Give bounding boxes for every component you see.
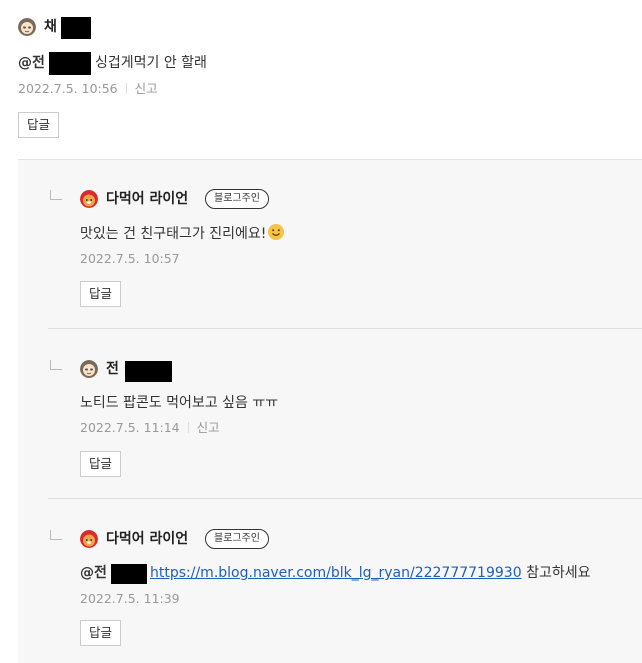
report-link[interactable]: 신고 [197, 420, 220, 435]
blog-post-link[interactable]: https://m.blog.naver.com/blk_lg_ryan/222… [150, 565, 522, 581]
redacted-name [111, 564, 147, 584]
redacted-name [125, 361, 172, 382]
meta-separator [125, 83, 127, 94]
comment-text: 노티드 팝콘도 먹어보고 싶음 ㅠㅠ [80, 395, 279, 411]
divider [48, 328, 642, 329]
ryan-avatar[interactable] [80, 190, 98, 208]
blog-owner-badge: 블로그주인 [205, 189, 269, 209]
reply-button[interactable]: 답글 [80, 281, 122, 307]
comment-date: 2022.7.5. 11:39 [80, 591, 180, 606]
meta-separator [187, 422, 189, 433]
mention[interactable]: @전 [18, 55, 45, 71]
reply-arrow-icon [50, 530, 62, 540]
reply-button[interactable]: 답글 [18, 112, 60, 138]
comment-text-suffix: 참고하세요 [526, 565, 591, 581]
reply-button[interactable]: 답글 [80, 620, 122, 646]
reply-arrow-icon [50, 190, 62, 200]
redacted-name [49, 52, 91, 75]
comment-date: 2022.7.5. 10:56 [18, 81, 118, 96]
comment-item: 채 @전 싱겁게먹기 안 할래 2022.7.5. 10:56 신고 답글 [0, 0, 642, 160]
report-link[interactable]: 신고 [135, 81, 158, 96]
comment-author[interactable]: 다먹어 라이언 [106, 190, 188, 208]
comment-text: 맛있는 건 친구태그가 진리에요! [80, 226, 267, 242]
smile-emoji-icon [268, 224, 285, 240]
comment-date: 2022.7.5. 10:57 [80, 251, 180, 266]
redacted-name [61, 17, 91, 39]
comment-author[interactable]: 전 [106, 360, 119, 378]
comment-meta: 2022.7.5. 11:14 신고 [80, 420, 220, 436]
user-avatar[interactable] [18, 18, 36, 36]
comment-author[interactable]: 다먹어 라이언 [106, 530, 188, 548]
reply-arrow-icon [50, 360, 62, 370]
reply-button[interactable]: 답글 [80, 451, 122, 477]
user-avatar[interactable] [80, 360, 98, 378]
ryan-avatar[interactable] [80, 530, 98, 548]
comment-author[interactable]: 채 [44, 18, 57, 36]
comment-body: @전 [80, 563, 107, 583]
comment-meta: 2022.7.5. 10:56 신고 [18, 81, 158, 97]
comment-text: https://m.blog.naver.com/blk_lg_ryan/222… [150, 563, 590, 583]
divider [48, 498, 642, 499]
comment-text: 싱겁게먹기 안 할래 [95, 55, 207, 71]
comment-body: 맛있는 건 친구태그가 진리에요! [80, 224, 285, 244]
mention[interactable]: @전 [80, 565, 107, 581]
blog-owner-badge: 블로그주인 [205, 529, 269, 549]
comment-date: 2022.7.5. 11:14 [80, 420, 180, 435]
comment-body: @전 [18, 53, 45, 73]
